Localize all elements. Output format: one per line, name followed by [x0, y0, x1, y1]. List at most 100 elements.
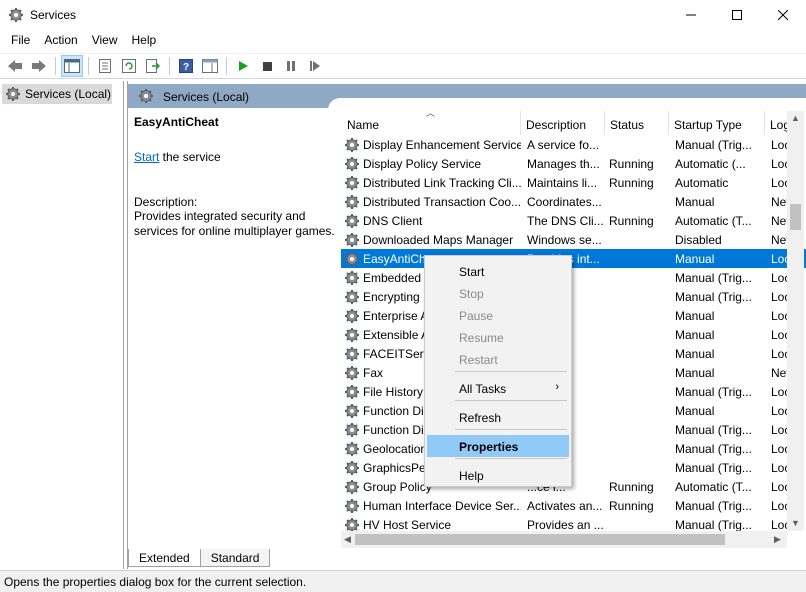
back-button[interactable] [4, 55, 26, 77]
minimize-button[interactable] [668, 0, 714, 30]
menu-action[interactable]: Action [37, 30, 84, 52]
properties-toolbar-button[interactable] [94, 55, 116, 77]
scroll-left-icon[interactable]: ◀ [344, 534, 351, 545]
column-header-status[interactable]: Status [605, 111, 669, 135]
service-row[interactable]: Distributed Transaction Coo... Coordinate… [341, 192, 806, 211]
service-row[interactable]: File History...use...Manual (Trig...Loca [341, 382, 806, 401]
tab-extended[interactable]: Extended [128, 549, 201, 567]
column-header-description[interactable]: Description [521, 111, 605, 135]
scroll-up-icon[interactable]: ▲ [791, 113, 800, 123]
console-tree-icon [64, 59, 80, 73]
close-button[interactable] [760, 0, 806, 30]
column-header-name[interactable]: ︿ Name [341, 111, 521, 135]
service-name: DNS Client [363, 213, 423, 228]
service-description: Coordinates... [527, 194, 602, 209]
service-row[interactable]: EasyAntiCheatProvides int...ManualLoca [341, 249, 806, 268]
service-startup-type: Manual (Trig... [675, 384, 752, 399]
context-menu-properties[interactable]: Properties [427, 435, 569, 457]
service-row[interactable]: Display Enhancement Service A service fo.… [341, 135, 806, 154]
refresh-toolbar-button[interactable] [118, 55, 140, 77]
service-row[interactable]: Geolocation...ice ...Manual (Trig...Loca [341, 439, 806, 458]
vertical-scroll-thumb[interactable] [790, 204, 801, 230]
service-row[interactable]: DNS Client The DNS Cli... Running Automatic… [341, 211, 806, 230]
service-row[interactable]: Human Interface Device Ser... Activates a… [341, 496, 806, 515]
horizontal-scroll-thumb[interactable] [355, 534, 725, 545]
service-row[interactable]: Enterprise A...ManualLoca [341, 306, 806, 325]
scroll-right-icon[interactable]: ▶ [774, 534, 781, 545]
context-menu-item-label: All Tasks [459, 382, 507, 396]
stop-service-button[interactable] [256, 55, 278, 77]
service-startup-type: Manual [675, 308, 715, 323]
service-row[interactable]: Fax...you...ManualNetw [341, 363, 806, 382]
service-name-cell: Display Policy Service [341, 155, 521, 172]
service-row[interactable]: Function Di...HO...ManualLoca [341, 401, 806, 420]
service-row[interactable]: FACEITServi...eat ...ManualLoca [341, 344, 806, 363]
service-row[interactable]: Display Policy Service Manages th... Runni… [341, 154, 806, 173]
description-label: Description: [134, 195, 198, 209]
service-name-cell: Distributed Transaction Coo... [341, 193, 521, 210]
close-icon [778, 10, 788, 20]
tab-standard[interactable]: Standard [199, 549, 271, 567]
context-menu-item-label: Properties [459, 440, 519, 454]
service-description: A service fo... [527, 137, 600, 152]
scroll-down-icon[interactable]: ▼ [791, 518, 800, 528]
service-row[interactable]: Group Policy...ce i...RunningAutomatic (… [341, 477, 806, 496]
service-row[interactable]: Encrypting...th...Manual (Trig...Loca [341, 287, 806, 306]
context-menu-help[interactable]: Help [427, 464, 569, 486]
action-pane-button[interactable] [199, 55, 221, 77]
context-menu-refresh[interactable]: Refresh [427, 406, 569, 428]
service-status: Running [609, 156, 654, 171]
start-service-link[interactable]: Start [134, 150, 159, 164]
restart-service-button[interactable] [304, 55, 326, 77]
service-name: FACEITServi [363, 346, 433, 361]
menu-help[interactable]: Help [125, 30, 164, 52]
gear-icon [344, 421, 360, 438]
service-row[interactable]: Embedded...ed...Manual (Trig...Loca [341, 268, 806, 287]
service-status: Running [609, 213, 654, 228]
tree-item-services-local[interactable]: Services (Local) [2, 84, 112, 104]
service-name-cell: Human Interface Device Ser... [341, 497, 521, 514]
service-description: Activates an... [527, 498, 603, 513]
context-menu-separator [455, 458, 567, 459]
horizontal-scrollbar[interactable]: ◀ ▶ [341, 531, 787, 548]
service-row[interactable]: Downloaded Maps Manager Windows se... Disa… [341, 230, 806, 249]
back-arrow-icon [8, 60, 22, 72]
service-startup-type: Manual [675, 251, 715, 266]
help-toolbar-button[interactable]: ? [175, 55, 197, 77]
service-row[interactable]: Function Di...lic...Manual (Trig...Loca [341, 420, 806, 439]
service-name: Function Di [363, 422, 424, 437]
context-menu-resume: Resume [427, 326, 569, 348]
export-list-button[interactable] [142, 55, 164, 77]
svg-text:?: ? [183, 62, 189, 73]
forward-button[interactable] [28, 55, 50, 77]
service-row[interactable]: Extensible A...nsi...ManualLoca [341, 325, 806, 344]
restart-icon [310, 61, 320, 71]
context-menu-item-label: Pause [459, 309, 494, 323]
service-name: Extensible A [363, 327, 430, 342]
context-menu-all-tasks[interactable]: All Tasks › [427, 377, 569, 399]
service-row[interactable]: GraphicsPer...pe...Manual (Trig...Loca [341, 458, 806, 477]
context-menu-start[interactable]: Start [427, 260, 569, 282]
gear-icon [344, 212, 360, 229]
maximize-button[interactable] [714, 0, 760, 30]
pane-header-title: Services (Local) [163, 90, 250, 104]
context-menu-pause: Pause [427, 304, 569, 326]
pause-service-button[interactable] [280, 55, 302, 77]
service-row[interactable]: Distributed Link Tracking Cli... Maintain… [341, 173, 806, 192]
service-startup-type: Manual (Trig... [675, 137, 752, 152]
menu-view[interactable]: View [85, 30, 125, 52]
refresh-icon [122, 59, 136, 73]
vertical-scrollbar[interactable]: ▲ ▼ [787, 111, 804, 531]
show-hide-console-tree-button[interactable] [61, 55, 83, 77]
gear-icon [344, 345, 360, 362]
menu-bar: File Action View Help [0, 30, 806, 52]
column-header-startup-type[interactable]: Startup Type [669, 111, 765, 135]
start-service-button[interactable] [232, 55, 254, 77]
menu-file[interactable]: File [4, 30, 37, 52]
toolbar-separator [226, 57, 227, 75]
gear-icon [344, 459, 360, 476]
context-menu-item-label: Stop [459, 287, 484, 301]
service-name: Distributed Link Tracking Cli... [363, 175, 521, 190]
service-startup-type: Disabled [675, 232, 722, 247]
service-startup-type: Manual [675, 194, 715, 209]
